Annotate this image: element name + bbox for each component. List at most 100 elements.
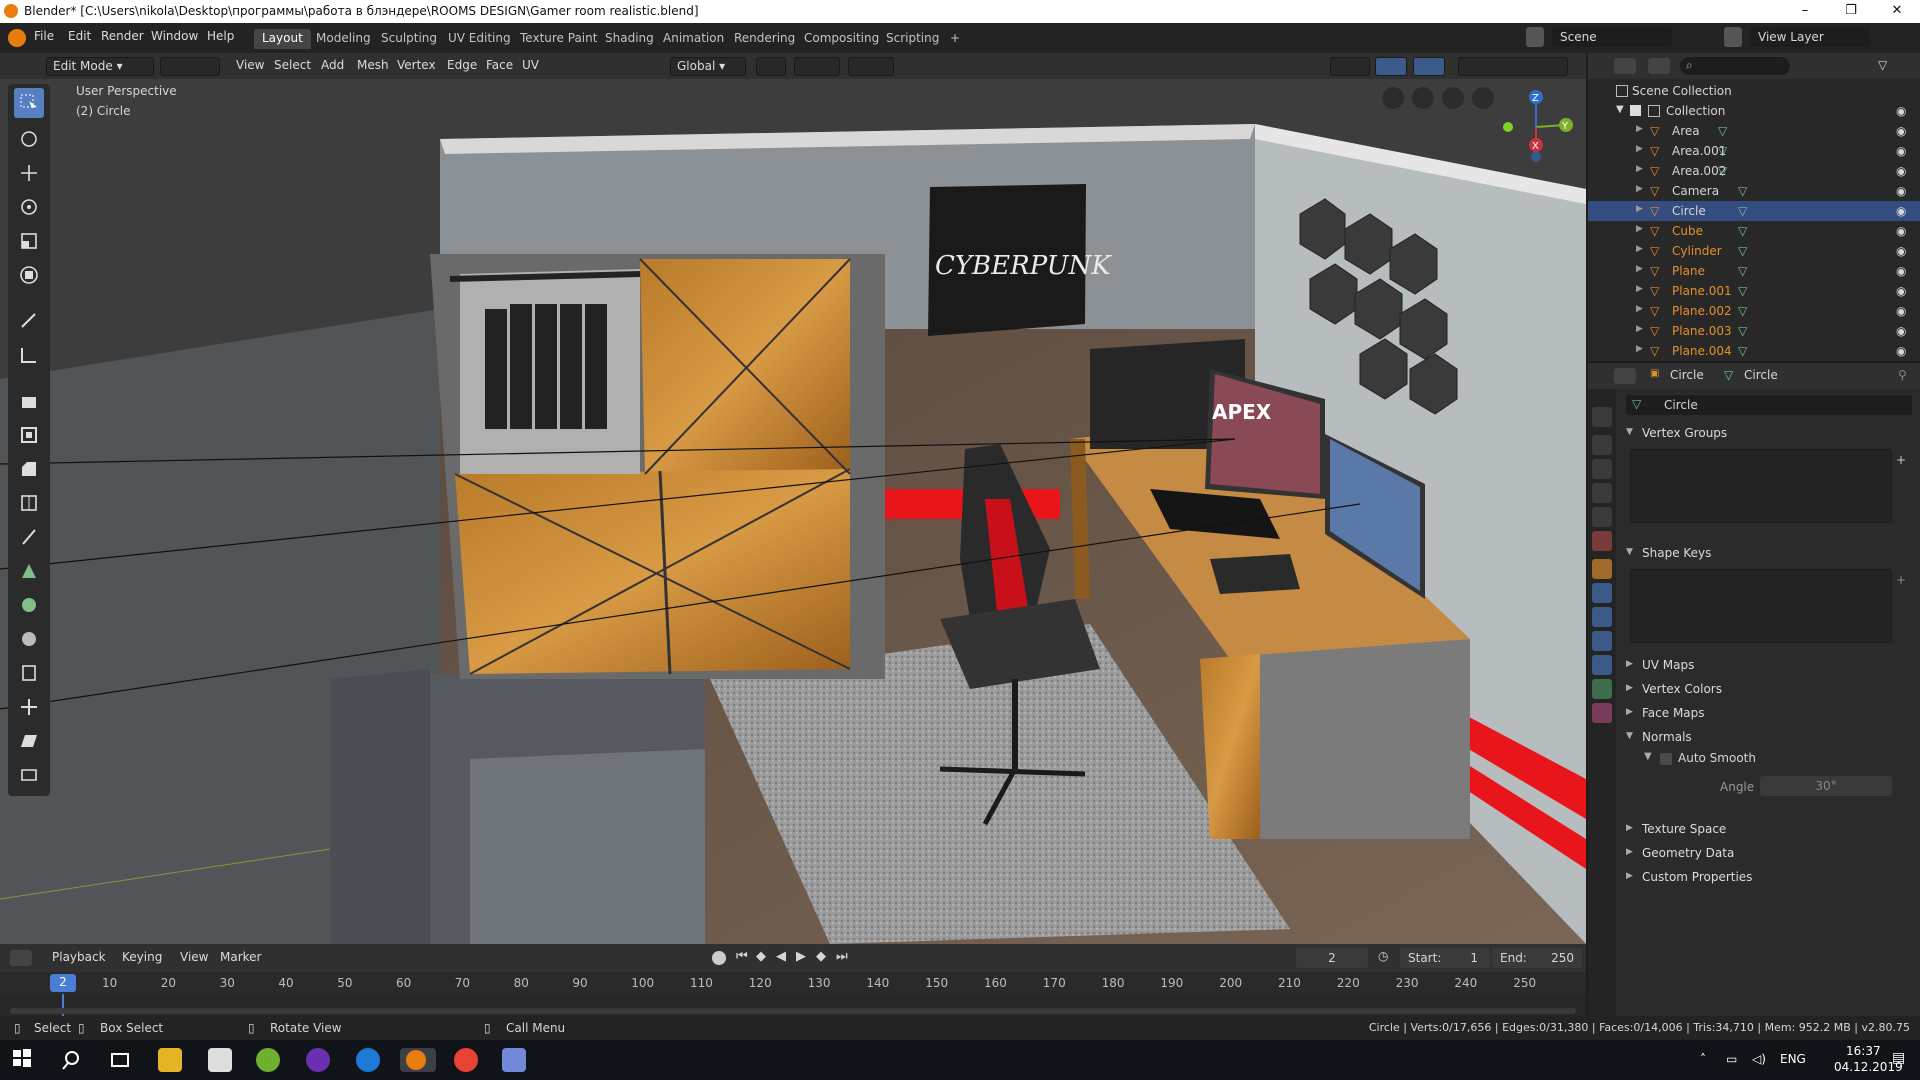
vertex-colors-panel[interactable]: ▶ Vertex Colors (1622, 679, 1912, 701)
custom-properties-panel[interactable]: ▶ Custom Properties (1622, 867, 1912, 889)
material-tab-icon[interactable] (1592, 703, 1612, 723)
object-data-icon[interactable]: ▽ (1718, 124, 1727, 138)
auto-smooth-checkbox[interactable] (1660, 753, 1672, 765)
play-icon[interactable]: ▶ (796, 949, 806, 964)
object-data-icon[interactable]: ▽ (1718, 164, 1727, 178)
scene-tab-icon[interactable] (1592, 507, 1612, 527)
expand-arrow-icon[interactable]: ▶ (1636, 204, 1643, 214)
menu-help[interactable]: Help (207, 29, 234, 43)
start-frame-field[interactable]: Start: 1 (1400, 948, 1490, 968)
eye-icon[interactable]: ◉ (1896, 224, 1910, 238)
record-button[interactable] (712, 951, 726, 965)
gizmo-neg-y-icon[interactable] (1503, 122, 1513, 132)
close-button[interactable]: ✕ (1874, 0, 1920, 23)
scene-field[interactable]: Scene (1552, 27, 1672, 47)
notifications-icon[interactable]: ▤ (1892, 1050, 1905, 1066)
modifier-tab-icon[interactable] (1592, 583, 1612, 603)
discord-icon[interactable] (502, 1048, 526, 1072)
tab-uv-editing[interactable]: UV Editing (440, 29, 519, 49)
select-box-tool[interactable] (14, 88, 44, 118)
expand-arrow-icon[interactable]: ▶ (1636, 304, 1643, 314)
eye-icon[interactable]: ◉ (1896, 164, 1910, 178)
end-frame-field[interactable]: End: 250 (1492, 948, 1582, 968)
gizmo-toggle[interactable] (1375, 57, 1407, 76)
network-icon[interactable]: ▭ (1726, 1052, 1737, 1066)
cursor-tool[interactable] (14, 124, 44, 154)
outliner-item[interactable]: ▶ ▽ Cube ▽ ◉ (1588, 221, 1920, 241)
menu-edge[interactable]: Edge (441, 57, 483, 76)
bevel-tool[interactable] (14, 454, 44, 484)
outliner-item[interactable]: ▶ ▽ Plane.004 ▽ ◉ (1588, 341, 1920, 361)
pin-icon[interactable]: ⚲ (1898, 368, 1907, 382)
menu-render[interactable]: Render (101, 29, 144, 43)
loop-cut-tool[interactable] (14, 488, 44, 518)
menu-tl-view[interactable]: View (174, 949, 214, 968)
windows-start-icon[interactable] (12, 1048, 36, 1072)
move-tool[interactable] (14, 158, 44, 188)
face-maps-panel[interactable]: ▶ Face Maps (1622, 703, 1912, 725)
outliner-item[interactable]: ▶ ▽ Circle ▽ ◉ (1588, 201, 1920, 221)
outliner-item[interactable]: ▶ ▽ Plane.002 ▽ ◉ (1588, 301, 1920, 321)
smooth-tool[interactable] (14, 624, 44, 654)
knife-tool[interactable] (14, 522, 44, 552)
menu-view[interactable]: View (230, 57, 270, 76)
outliner-item[interactable]: ▶ ▽ Camera ▽ ◉ (1588, 181, 1920, 201)
tab-sculpting[interactable]: Sculpting (373, 29, 445, 49)
eye-icon[interactable]: ◉ (1896, 304, 1910, 318)
blender-menu-icon[interactable] (8, 29, 26, 47)
menu-select[interactable]: Select (268, 57, 317, 76)
eye-icon[interactable]: ◉ (1896, 264, 1910, 278)
object-data-icon[interactable]: ▽ (1738, 244, 1747, 258)
maximize-button[interactable]: ❐ (1828, 0, 1874, 23)
poly-build-tool[interactable] (14, 556, 44, 586)
tor-icon[interactable] (306, 1048, 330, 1072)
eye-icon[interactable]: ◉ (1896, 104, 1910, 118)
edge-browser-icon[interactable] (356, 1048, 380, 1072)
gizmo-neg-z-icon[interactable] (1531, 152, 1541, 162)
eye-icon[interactable]: ◉ (1896, 184, 1910, 198)
view-layer-tab-icon[interactable] (1592, 483, 1612, 503)
expand-arrow-icon[interactable]: ▶ (1636, 264, 1643, 274)
add-vertex-group-button[interactable]: + (1896, 453, 1912, 469)
menu-edit[interactable]: Edit (68, 29, 91, 43)
object-data-icon[interactable]: ▽ (1718, 144, 1727, 158)
object-data-icon[interactable]: ▽ (1738, 284, 1747, 298)
expand-arrow-icon[interactable]: ▶ (1636, 124, 1643, 134)
next-keyframe-icon[interactable]: ◆ (816, 949, 826, 964)
visibility-dropdown[interactable] (1330, 57, 1370, 76)
blender-taskbar-icon[interactable] (400, 1048, 436, 1072)
eye-icon[interactable]: ◉ (1896, 244, 1910, 258)
zoom-view-button[interactable] (1472, 87, 1494, 109)
object-data-icon[interactable]: ▽ (1738, 184, 1747, 198)
constraints-tab-icon[interactable] (1592, 655, 1612, 675)
expand-arrow-icon[interactable]: ▶ (1636, 244, 1643, 254)
outliner-item[interactable]: ▶ ▽ Plane ▽ ◉ (1588, 261, 1920, 281)
transform-tool[interactable] (14, 260, 44, 290)
scale-tool[interactable] (14, 226, 44, 256)
tab-compositing[interactable]: Compositing (796, 29, 887, 49)
menu-window[interactable]: Window (151, 29, 198, 43)
object-data-icon[interactable]: ▽ (1738, 224, 1747, 238)
eye-icon[interactable]: ◉ (1896, 204, 1910, 218)
expand-arrow-icon[interactable]: ▶ (1636, 224, 1643, 234)
search-icon[interactable] (60, 1048, 84, 1072)
extrude-tool[interactable] (14, 386, 44, 416)
timeline-ruler[interactable]: 2 10 20 30 40 50 60 70 80 90 100 110 120 130 140 150 16… (0, 972, 1586, 994)
editor-type-icon[interactable] (10, 950, 32, 966)
tray-overflow-icon[interactable]: ˄ (1700, 1052, 1706, 1066)
outliner-item[interactable]: ▶ ▽ Area.002 ▽ ◉ (1588, 161, 1920, 181)
playhead[interactable]: 2 (50, 974, 76, 992)
grid-view-button[interactable] (1382, 87, 1404, 109)
menu-playback[interactable]: Playback (46, 949, 112, 968)
angle-field[interactable]: 30° (1760, 776, 1892, 796)
physics-tab-icon[interactable] (1592, 631, 1612, 651)
rotate-tool[interactable] (14, 192, 44, 222)
tab-rendering[interactable]: Rendering (726, 29, 803, 49)
tab-texture-paint[interactable]: Texture Paint (512, 29, 605, 49)
orientation-dropdown[interactable]: Global ▾ (670, 57, 746, 76)
outliner-collection[interactable]: ▼ Collection ◉ (1588, 101, 1920, 121)
uv-maps-panel[interactable]: ▶ UV Maps (1622, 655, 1912, 677)
mesh-data-tab-icon[interactable] (1592, 679, 1612, 699)
view-layer-field[interactable]: View Layer (1750, 27, 1870, 47)
camera-view-button[interactable] (1412, 87, 1434, 109)
